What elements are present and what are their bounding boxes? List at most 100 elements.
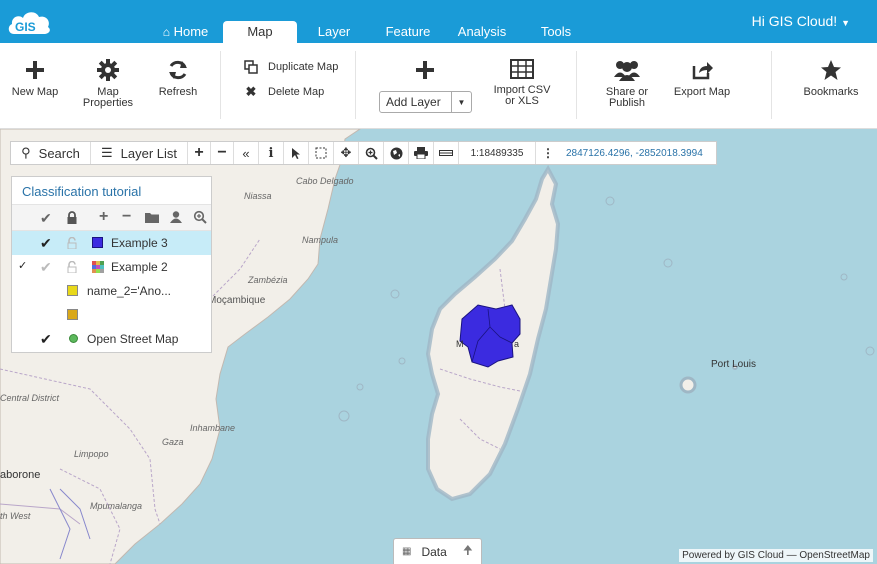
multicolor-swatch-icon: [92, 261, 104, 273]
map-properties-button[interactable]: Map Properties: [78, 59, 138, 109]
gis-cloud-logo[interactable]: GIS: [6, 6, 52, 38]
layer-row[interactable]: ✔ Example 3: [12, 231, 211, 255]
export-map-button[interactable]: Export Map: [672, 59, 732, 98]
layer-swatch: [67, 285, 78, 296]
ribbon: New Map Map Properties Refresh Duplicate…: [0, 43, 877, 129]
users-icon: [614, 61, 640, 81]
layer-row[interactable]: [12, 303, 211, 327]
layer-name: Example 3: [111, 236, 168, 250]
caret-down-icon: ▼: [451, 92, 471, 112]
map-label-mocambique: Moçambique: [208, 295, 266, 306]
list-icon: ☰: [100, 145, 113, 160]
unlock-icon[interactable]: [67, 237, 77, 249]
main-nav: ⌂ Home Map Layer Feature Analysis Tools: [148, 21, 593, 43]
duplicate-map-button[interactable]: Duplicate Map: [244, 60, 338, 74]
layer-row[interactable]: ✓ ✔ Example 2: [12, 255, 211, 279]
lock-icon[interactable]: [67, 211, 77, 224]
search-icon: ⚲: [21, 145, 31, 160]
checkmark-icon[interactable]: ✔: [40, 259, 52, 276]
zoom-extent-icon[interactable]: [359, 142, 384, 164]
arrow-up-icon: 🠉: [462, 543, 473, 557]
new-map-button[interactable]: New Map: [8, 59, 62, 98]
user-menu[interactable]: Hi GIS Cloud! ▼: [752, 13, 850, 29]
layer-panel: Classification tutorial ✔ + − ✔ Example …: [11, 176, 212, 353]
map-label-cabo-delgado: Cabo Delgado: [296, 176, 354, 186]
layer-name: Open Street Map: [87, 332, 179, 346]
search-button[interactable]: ⚲ Search: [11, 142, 91, 164]
logo-text: GIS: [15, 20, 36, 34]
map-label-mpumalanga: Mpumalanga: [90, 501, 143, 511]
top-bar: GIS ⌂ Home Map Layer Feature Analysis To…: [0, 0, 877, 43]
gear-icon: [97, 59, 119, 81]
scale-bar-icon[interactable]: [434, 142, 459, 164]
import-csv-button[interactable]: Import CSV or XLS: [490, 59, 554, 107]
map-toolbar: ⚲ Search ☰ Layer List + − « i ✥ 1:184893…: [10, 141, 717, 165]
checkmark-icon[interactable]: ✔: [40, 235, 52, 252]
unlock-icon[interactable]: [67, 261, 77, 273]
tab-feature[interactable]: Feature: [371, 21, 445, 43]
map-attribution: Powered by GIS Cloud — OpenStreetMap: [679, 549, 873, 562]
info-icon[interactable]: i: [259, 142, 284, 164]
ribbon-divider: [220, 51, 221, 119]
star-icon: [821, 60, 841, 80]
folder-icon[interactable]: [145, 212, 159, 223]
map-label-central-district: Central District: [0, 393, 60, 403]
share-publish-button[interactable]: Share or Publish: [598, 59, 656, 109]
collapse-icon[interactable]: «: [234, 142, 259, 164]
pointer-icon[interactable]: [284, 142, 309, 164]
export-icon: [692, 62, 713, 80]
globe-icon[interactable]: [384, 142, 409, 164]
map-label-limpopo: Limpopo: [74, 449, 109, 459]
map-label-port-louis: Port Louis: [711, 359, 757, 370]
layer-row[interactable]: name_2='Ano...: [12, 279, 211, 303]
data-tab[interactable]: ▦ Data 🠉: [393, 538, 482, 564]
check-all-icon[interactable]: ✔: [40, 210, 52, 227]
map-label-nampula: Nampula: [302, 235, 339, 245]
print-icon[interactable]: [409, 142, 434, 164]
layer-panel-toolbar: ✔ + −: [12, 205, 211, 231]
user-greeting: Hi GIS Cloud!: [751, 13, 838, 29]
add-layer-plus-icon[interactable]: [414, 59, 436, 81]
add-layer-dropdown[interactable]: Add Layer ▼: [379, 91, 472, 113]
remove-icon[interactable]: −: [122, 208, 131, 226]
zoom-out-icon[interactable]: −: [211, 142, 234, 164]
layer-swatch: [92, 237, 103, 248]
map-label-gaborone: aborone: [0, 469, 41, 481]
add-icon[interactable]: +: [99, 208, 108, 226]
layer-row[interactable]: ✔ Open Street Map: [12, 327, 211, 351]
map-label-niassa: Niassa: [244, 191, 272, 201]
tab-tools[interactable]: Tools: [519, 21, 593, 43]
map-label-gaza: Gaza: [162, 437, 184, 447]
map-label-city: M: [456, 339, 464, 349]
more-vertical-icon[interactable]: ⋮: [542, 146, 554, 160]
layer-swatch: [67, 309, 78, 320]
home-icon: ⌂: [162, 25, 170, 39]
refresh-button[interactable]: Refresh: [152, 59, 204, 98]
pan-icon[interactable]: ✥: [334, 142, 359, 164]
ribbon-divider: [355, 51, 356, 119]
map-label-north-west: th West: [0, 511, 31, 521]
delete-map-button[interactable]: ✖ Delete Map: [244, 84, 325, 100]
box-select-icon[interactable]: [309, 142, 334, 164]
map-label-zambezia: Zambézia: [248, 275, 288, 285]
coordinates-display: ⋮ 2847126.4296, -2852018.3994: [542, 146, 703, 160]
plus-icon: [26, 61, 44, 79]
tab-analysis[interactable]: Analysis: [445, 21, 519, 43]
user-icon[interactable]: [170, 211, 182, 223]
layer-name: Example 2: [111, 260, 168, 274]
layer-list-button[interactable]: ☰ Layer List: [91, 142, 188, 164]
checkmark-icon[interactable]: ✔: [40, 331, 52, 348]
table-icon: [510, 59, 534, 79]
tab-layer[interactable]: Layer: [297, 21, 371, 43]
map-label-inhambane: Inhambane: [190, 423, 236, 433]
chevron-down-icon[interactable]: ✓: [18, 259, 27, 272]
zoom-to-layer-icon[interactable]: [193, 210, 207, 224]
ribbon-divider: [576, 51, 577, 119]
grid-icon: ▦: [402, 546, 412, 557]
zoom-in-icon[interactable]: +: [188, 142, 211, 164]
panel-title: Classification tutorial: [12, 177, 211, 205]
tab-map[interactable]: Map: [223, 21, 297, 43]
refresh-icon: [169, 60, 187, 80]
tab-home[interactable]: ⌂ Home: [148, 21, 223, 43]
bookmarks-button[interactable]: Bookmarks: [800, 59, 862, 98]
